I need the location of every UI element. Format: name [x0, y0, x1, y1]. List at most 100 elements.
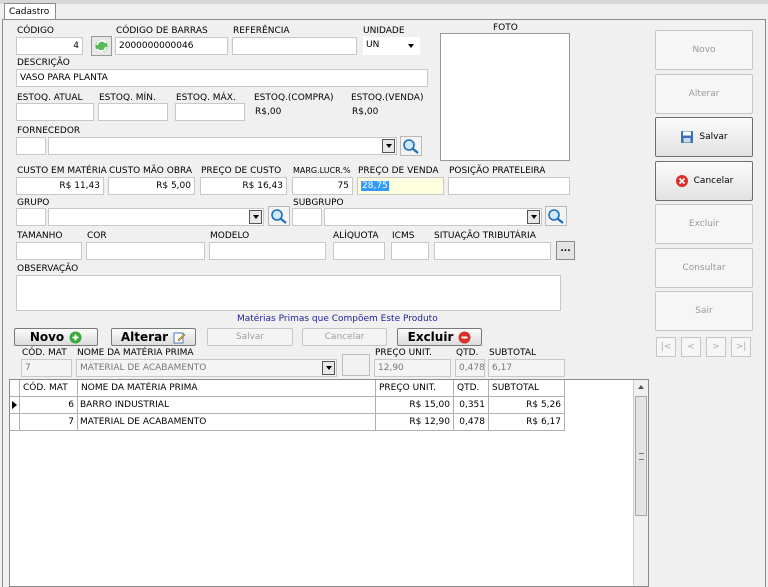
save-icon	[681, 131, 694, 143]
custo-materia-field[interactable]: R$ 11,43	[16, 177, 104, 195]
nav-prev-button[interactable]: <	[681, 337, 701, 357]
row-indicator	[10, 397, 20, 414]
scroll-up-icon[interactable]	[638, 385, 644, 389]
posicao-prateleira-field[interactable]	[448, 177, 570, 195]
estoq-max-field[interactable]	[175, 103, 245, 121]
marg-lucr-field[interactable]: 75	[292, 177, 353, 195]
foto-frame[interactable]	[440, 33, 570, 161]
subgrupo-combo[interactable]	[324, 208, 542, 226]
codigo-barras-field[interactable]: 2000000000046	[115, 37, 228, 55]
nav-next-button[interactable]: >	[706, 337, 726, 357]
cell-nome: MATERIAL DE ACABAMENTO	[78, 414, 376, 431]
row-pointer-icon	[12, 401, 17, 409]
aliquota-field[interactable]	[333, 242, 385, 260]
codigo-barras-label: CÓDIGO DE BARRAS	[116, 26, 208, 36]
novo-button[interactable]: Novo	[655, 30, 753, 70]
scroll-thumb[interactable]	[635, 396, 647, 516]
refresh-icon	[95, 40, 108, 52]
grupo-search-button[interactable]	[268, 206, 290, 226]
consultar-button[interactable]: Consultar	[655, 248, 753, 288]
nav-last-button[interactable]: >|	[731, 337, 751, 357]
cell-qtd: 0,478	[454, 414, 489, 431]
descricao-field[interactable]: VASO PARA PLANTA	[16, 69, 428, 87]
tamanho-field[interactable]	[16, 242, 82, 260]
alterar-button[interactable]: Alterar	[655, 74, 753, 114]
materia-preco-field[interactable]: 12,90	[374, 359, 451, 377]
excluir-button[interactable]: Excluir	[655, 204, 753, 244]
custo-mao-obra-field[interactable]: R$ 5,00	[108, 177, 195, 195]
tamanho-label: TAMANHO	[17, 231, 63, 241]
materia-alterar-label: Alterar	[120, 330, 169, 344]
cancelar-label: Cancelar	[693, 176, 734, 186]
nav-first-button[interactable]: |<	[656, 337, 676, 357]
chevron-down-icon[interactable]	[527, 210, 540, 224]
cor-label: COR	[87, 231, 107, 241]
referencia-field[interactable]	[232, 37, 357, 55]
estoq-compra-label: ESTOQ.(COMPRA)	[254, 93, 334, 103]
grid-header-subtotal[interactable]: SUBTOTAL	[489, 380, 565, 397]
chevron-down-icon	[408, 44, 414, 48]
materia-excluir-button[interactable]: Excluir	[397, 328, 482, 346]
grid-scrollbar[interactable]	[633, 380, 648, 586]
fornecedor-code-field[interactable]	[16, 137, 46, 155]
fornecedor-search-button[interactable]	[400, 136, 422, 156]
estoq-compra-value: R$,00	[255, 107, 282, 117]
fornecedor-combo[interactable]	[48, 137, 397, 155]
custo-mao-obra-label: CUSTO MÃO OBRA	[109, 166, 193, 176]
salvar-button[interactable]: Salvar	[655, 117, 753, 157]
cell-subtotal: R$ 6,17	[489, 414, 565, 431]
grupo-combo[interactable]	[48, 208, 264, 226]
grupo-code-field[interactable]	[16, 208, 46, 226]
materia-search-button[interactable]	[342, 354, 370, 376]
preco-custo-label: PREÇO DE CUSTO	[201, 166, 282, 176]
materia-subtotal-field[interactable]: 6,17	[488, 359, 565, 377]
materia-salvar-button[interactable]: Salvar	[207, 328, 293, 346]
chevron-down-icon[interactable]	[249, 210, 262, 224]
codigo-field[interactable]: 4	[16, 37, 83, 55]
estoq-min-field[interactable]	[98, 103, 168, 121]
materia-preco-label: PREÇO UNIT.	[375, 348, 432, 358]
materia-nome-combo[interactable]: MATERIAL DE ACABAMENTO	[76, 359, 337, 377]
grid-header-cod[interactable]: CÓD. MAT	[20, 380, 78, 397]
tab-cadastro[interactable]: Cadastro	[4, 3, 56, 20]
sair-button[interactable]: Sair	[655, 291, 753, 331]
chevron-down-icon[interactable]	[382, 139, 395, 153]
refresh-barcode-button[interactable]	[91, 36, 112, 56]
novo-label: Novo	[692, 45, 716, 55]
situacao-tributaria-button[interactable]: ...	[556, 241, 575, 260]
table-row[interactable]: 6 BARRO INDUSTRIAL R$ 15,00 0,351 R$ 5,2…	[10, 397, 566, 414]
cell-qtd: 0,351	[454, 397, 489, 414]
estoq-max-label: ESTOQ. MÁX.	[176, 93, 236, 103]
cancelar-button[interactable]: Cancelar	[655, 161, 753, 201]
unidade-select[interactable]: UN	[363, 37, 420, 55]
materias-grid[interactable]: CÓD. MAT NOME DA MATÉRIA PRIMA PREÇO UNI…	[9, 379, 649, 587]
referencia-label: REFERÊNCIA	[233, 26, 290, 36]
materia-novo-button[interactable]: Novo	[14, 328, 98, 346]
materia-cod-field[interactable]: 7	[21, 359, 72, 377]
estoq-atual-field[interactable]	[16, 103, 94, 121]
icms-field[interactable]	[391, 242, 429, 260]
grid-header-nome[interactable]: NOME DA MATÉRIA PRIMA	[78, 380, 376, 397]
materia-cancelar-button[interactable]: Cancelar	[302, 328, 387, 346]
estoq-min-label: ESTOQ. MÍN.	[99, 93, 156, 103]
table-row[interactable]: 7 MATERIAL DE ACABAMENTO R$ 12,90 0,478 …	[10, 414, 566, 431]
subgrupo-code-field[interactable]	[292, 208, 322, 226]
observacao-field[interactable]	[16, 275, 561, 311]
grid-header-qtd[interactable]: QTD.	[454, 380, 489, 397]
materias-title: Matérias Primas que Compõem Este Produto	[237, 314, 438, 324]
observacao-label: OBSERVAÇÃO	[17, 264, 79, 274]
subgrupo-search-button[interactable]	[545, 206, 567, 226]
cell-preco: R$ 12,90	[376, 414, 454, 431]
preco-venda-field[interactable]: 28,75	[357, 177, 444, 195]
grid-header-preco[interactable]: PREÇO UNIT.	[376, 380, 454, 397]
materia-alterar-button[interactable]: Alterar	[111, 328, 196, 346]
search-icon	[548, 209, 564, 224]
situacao-tributaria-field[interactable]	[434, 242, 551, 260]
cor-field[interactable]	[86, 242, 205, 260]
top-strip	[0, 0, 768, 4]
materia-qtd-field[interactable]: 0,478	[455, 359, 485, 377]
modelo-field[interactable]	[209, 242, 326, 260]
preco-custo-field[interactable]: R$ 16,43	[200, 177, 287, 195]
chevron-down-icon[interactable]	[322, 361, 335, 375]
materia-cod-label: CÓD. MAT	[22, 348, 67, 358]
